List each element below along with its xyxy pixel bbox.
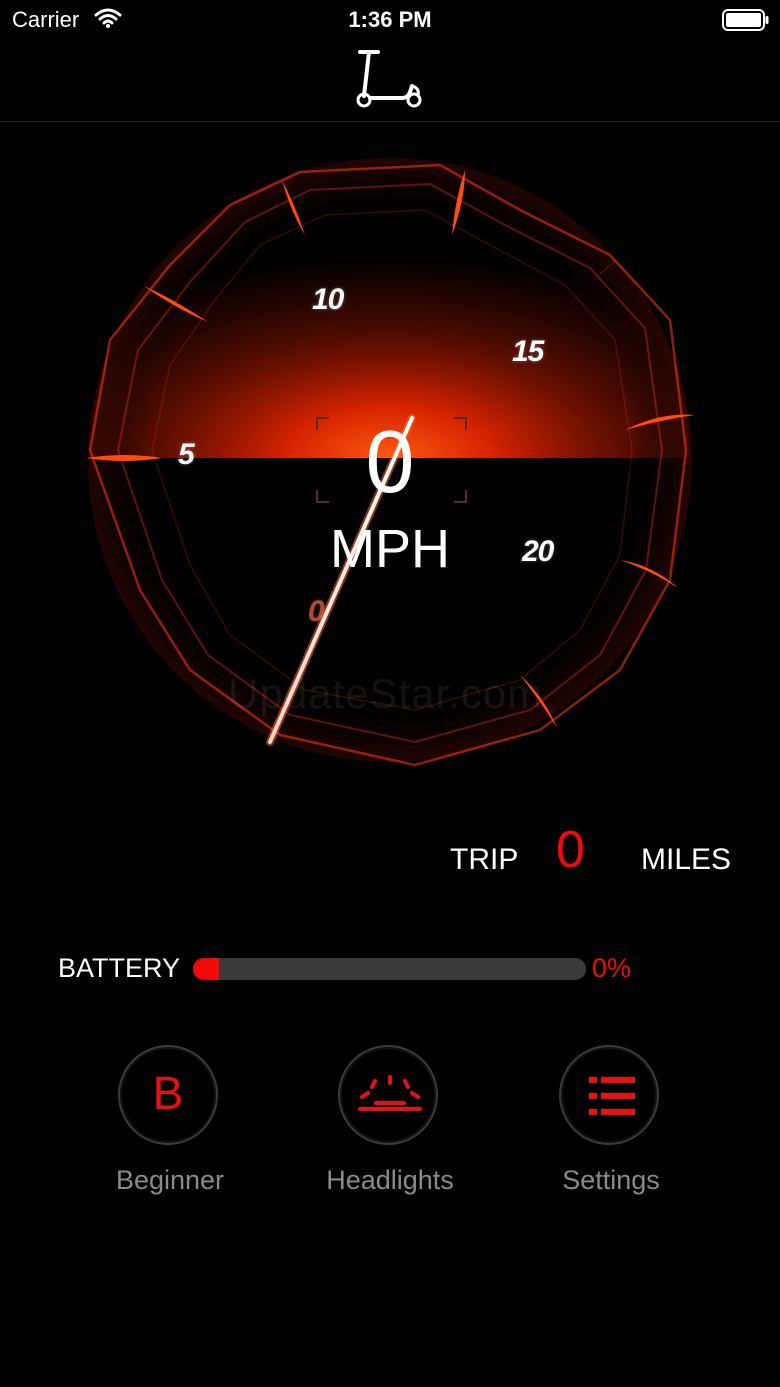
nav-bar	[0, 40, 780, 122]
tick-label-10: 10	[312, 283, 344, 316]
headlights-circle[interactable]	[338, 1045, 438, 1145]
trip-value: 0	[556, 821, 585, 879]
battery-bar	[193, 958, 586, 980]
speedometer-gauge: 0 5 10 15 20 0 MPH UpdateStar.com	[80, 150, 700, 780]
battery-label: BATTERY	[58, 953, 181, 983]
speed-unit: MPH	[330, 519, 450, 579]
tick-label-5: 5	[178, 438, 195, 471]
beginner-icon: B	[152, 1067, 184, 1119]
scooter-icon	[356, 48, 426, 117]
headlight-icon	[358, 1075, 422, 1111]
battery-percent: 0%	[592, 953, 632, 983]
headlights-label: Headlights	[326, 1165, 454, 1195]
tick-label-0: 0	[308, 595, 325, 628]
settings-button[interactable]: Settings	[511, 1045, 711, 1205]
list-icon	[589, 1077, 635, 1115]
battery-status-icon	[722, 9, 770, 36]
watermark: UpdateStar.com	[228, 670, 544, 717]
settings-label: Settings	[562, 1165, 660, 1195]
headlights-button[interactable]: Headlights	[290, 1045, 490, 1205]
status-bar: Carrier 1:36 PM	[0, 0, 780, 40]
trip-unit: MILES	[641, 843, 732, 876]
trip-label: TRIP	[450, 843, 519, 876]
beginner-button[interactable]: B Beginner	[70, 1045, 270, 1205]
speed-value: 0	[365, 412, 415, 511]
beginner-label: Beginner	[115, 1165, 225, 1195]
clock: 1:36 PM	[348, 7, 432, 32]
tick-label-20: 20	[522, 535, 554, 568]
battery-bar-fill	[193, 958, 219, 980]
tick-label-15: 15	[512, 335, 544, 368]
beginner-circle[interactable]: B	[118, 1045, 218, 1145]
settings-circle[interactable]	[559, 1045, 659, 1145]
